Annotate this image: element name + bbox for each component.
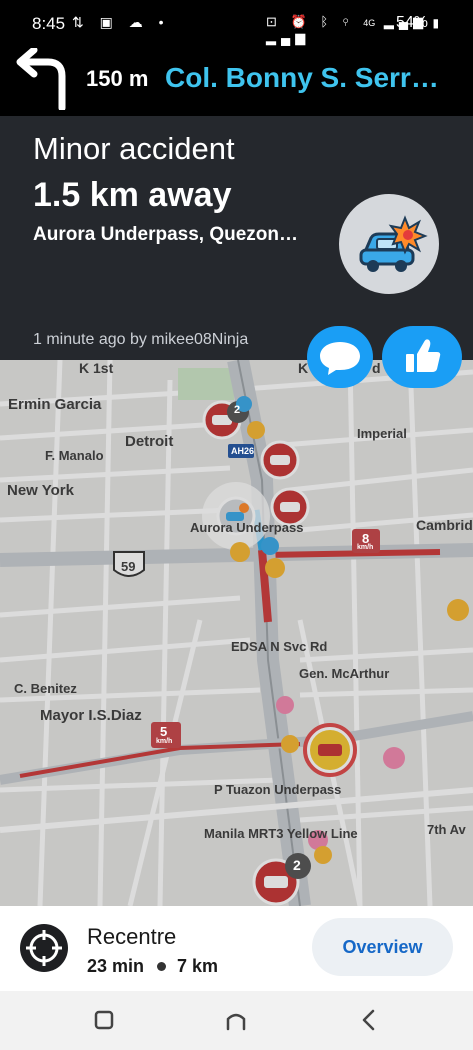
map-label: C. Benitez [14, 681, 77, 696]
battery-level: 54% ▮ [396, 14, 440, 31]
system-navigation-bar [0, 991, 473, 1050]
back-icon[interactable] [358, 1009, 380, 1031]
thank-button[interactable] [382, 326, 462, 388]
map-label: EDSA N Svc Rd [231, 639, 328, 654]
speed-unit-label: km/h [357, 544, 374, 551]
network-type-icon: 4G [363, 18, 376, 28]
map-label: Aurora Underpass [190, 520, 304, 535]
turn-distance: 150 m [86, 66, 149, 91]
map-label: Mayor I.S.Diaz [40, 707, 142, 724]
recentre-label[interactable]: Recentre [87, 924, 176, 950]
map-label: Ermin Garcia [8, 396, 102, 413]
navigation-instruction[interactable]: 150 m Col. Bonny S. Serr… [0, 46, 473, 116]
trip-time: 23 min [87, 956, 145, 976]
recentre-button[interactable] [20, 924, 68, 972]
status-time: 8:45 [32, 14, 66, 33]
bluetooth-icon: ᛒ [320, 14, 334, 29]
cloud-icon: ☁ [128, 14, 149, 30]
battery-icon: ▮ [432, 16, 440, 30]
image-icon: ▣ [99, 14, 119, 30]
report-count-badge: 2 [293, 857, 301, 873]
map-label: New York [7, 482, 74, 499]
alert-reporter-info: 1 minute ago by mikee08Ninja [33, 331, 249, 348]
signal-icon: ▂▄▆ [266, 30, 311, 45]
speed-unit-label: km/h [156, 738, 173, 745]
next-street-name: Col. Bonny S. Serr… [165, 62, 439, 93]
map-label: AH26 [231, 446, 255, 456]
speed-limit-label: 5 [160, 724, 168, 739]
home-icon[interactable] [225, 1009, 247, 1031]
recents-icon[interactable] [93, 1009, 115, 1031]
location-icon: ⚲ [341, 14, 355, 29]
comment-button[interactable] [307, 326, 373, 388]
thumbs-up-icon [406, 339, 441, 372]
route-59-label: 59 [121, 559, 136, 574]
alert-distance: 1.5 km away [33, 176, 232, 214]
map-label: 7th Av [427, 822, 466, 837]
status-left-icons: ⇅ ▣ ☁ • [72, 14, 170, 31]
report-count-badge: 2 [234, 404, 241, 416]
status-right-icons: ⊡ ⏰ ᛒ ⚲ 4G ▂▄▆ ▂▄▆ [266, 14, 473, 46]
alarm-icon: ⏰ [290, 14, 312, 29]
notification-icon: ⇅ [72, 14, 90, 30]
alert-location: Aurora Underpass, Quezon… [33, 224, 298, 245]
status-bar: 8:45 ⇅ ▣ ☁ • ⊡ ⏰ ᛒ ⚲ 4G ▂▄▆ ▂▄▆ 54% ▮ [0, 0, 473, 46]
alert-panel[interactable]: Minor accident 1.5 km away Aurora Underp… [0, 116, 473, 360]
map-canvas[interactable] [0, 360, 473, 906]
map-view[interactable]: K 1st K d Ermin Garcia Detroit Imperial … [0, 360, 473, 906]
chat-bubble-icon [320, 342, 360, 375]
traffic-jam-aurora [264, 549, 441, 558]
overview-button[interactable]: Overview [312, 918, 453, 976]
accident-marker [260, 440, 300, 480]
map-label: Gen. McArthur [299, 666, 390, 681]
map-label: d [372, 360, 381, 376]
selected-accident-marker [202, 482, 270, 550]
separator-dot [157, 962, 166, 971]
map-label: F. Manalo [45, 448, 104, 463]
map-label: K 1st [79, 360, 114, 376]
map-label: Cambrid [416, 517, 473, 533]
map-label: Detroit [125, 433, 174, 450]
map-label: Manila MRT3 Yellow Line [204, 826, 358, 841]
trip-distance: 7 km [177, 956, 219, 976]
alert-title: Minor accident [33, 131, 235, 166]
map-label: P Tuazon Underpass [214, 782, 342, 797]
car-crash-icon [359, 215, 428, 272]
recentre-crosshair-icon [26, 930, 62, 966]
map-label: Imperial [357, 426, 407, 441]
alert-icon-circle [339, 194, 439, 294]
traffic-jam-marker [303, 723, 357, 777]
turn-left-arrow-icon [16, 48, 66, 110]
dot-icon: • [158, 14, 170, 30]
trip-summary-bar: Recentre 23 min 7 km Overview [0, 906, 473, 991]
lock-icon: ⊡ [266, 14, 282, 29]
park-area [178, 368, 234, 400]
